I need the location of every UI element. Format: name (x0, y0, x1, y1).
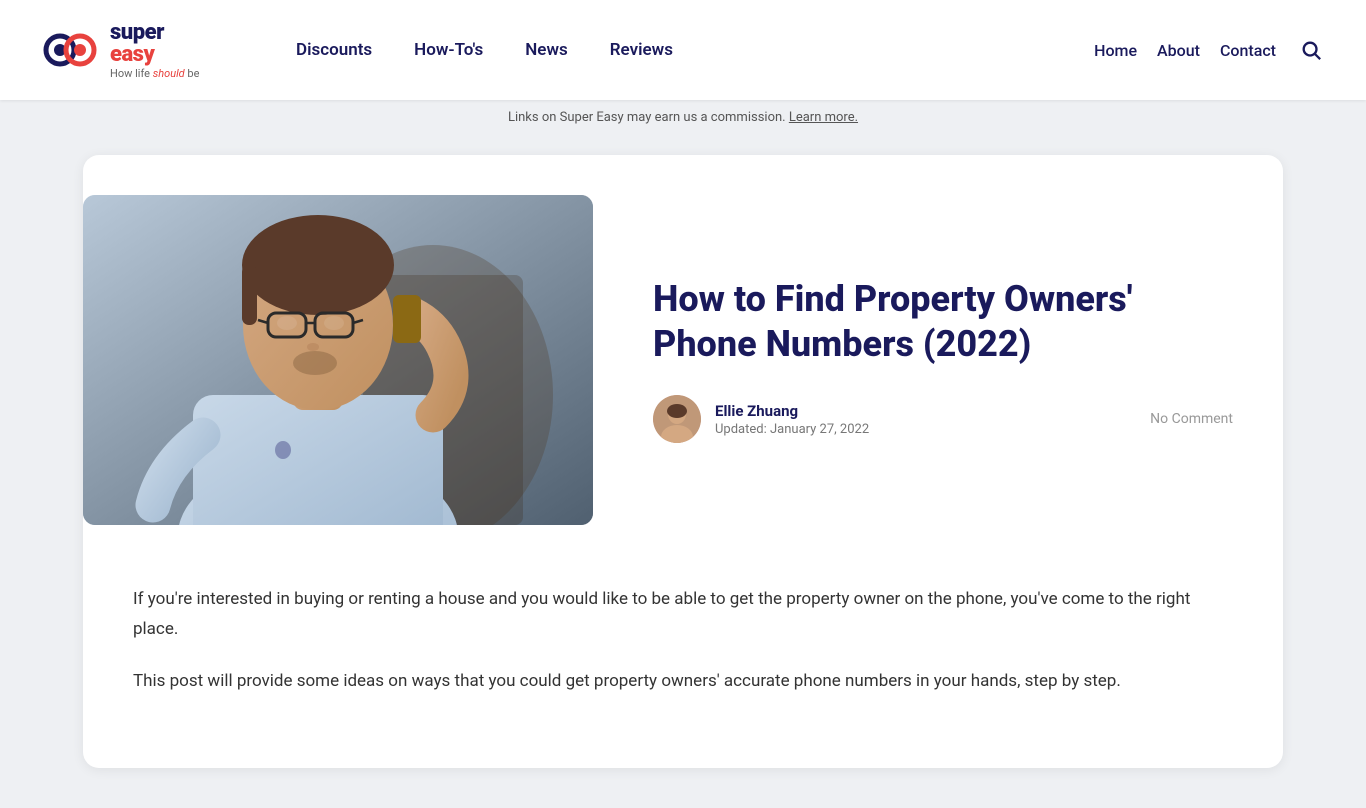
nav-reviews[interactable]: Reviews (594, 32, 689, 68)
article-image (83, 195, 593, 525)
header: super easy How life should be Discounts … (0, 0, 1366, 100)
learn-more-link[interactable]: Learn more. (789, 110, 858, 125)
article-hero: How to Find Property Owners' Phone Numbe… (83, 155, 1283, 565)
nav-discounts[interactable]: Discounts (280, 32, 388, 68)
article-card: How to Find Property Owners' Phone Numbe… (83, 155, 1283, 768)
nav-main: Discounts How-To's News Reviews (280, 32, 689, 68)
author-name: Ellie Zhuang (715, 402, 869, 420)
logo-icon (40, 20, 100, 80)
article-meta: How to Find Property Owners' Phone Numbe… (653, 277, 1233, 443)
nav-howtos[interactable]: How-To's (398, 32, 499, 68)
logo-easy: easy (110, 42, 154, 67)
main-content: How to Find Property Owners' Phone Numbe… (43, 135, 1323, 808)
author-date: Updated: January 27, 2022 (715, 422, 869, 437)
nav-about[interactable]: About (1157, 41, 1200, 60)
body-paragraph-1: If you're interested in buying or rentin… (133, 585, 1233, 645)
author-details: Ellie Zhuang Updated: January 27, 2022 (715, 402, 869, 437)
nav-right: Home About Contact (1094, 35, 1326, 65)
article-title: How to Find Property Owners' Phone Numbe… (653, 277, 1233, 367)
commission-bar: Links on Super Easy may earn us a commis… (0, 100, 1366, 135)
logo[interactable]: super easy How life should be (40, 20, 220, 80)
avatar-image (653, 395, 701, 443)
author-avatar (653, 395, 701, 443)
logo-tagline: How life should be (110, 68, 199, 79)
body-paragraph-2: This post will provide some ideas on way… (133, 667, 1233, 697)
nav-home[interactable]: Home (1094, 41, 1137, 60)
no-comment: No Comment (1150, 411, 1233, 427)
logo-text: super easy How life should be (110, 22, 199, 79)
article-body: If you're interested in buying or rentin… (83, 565, 1283, 768)
author-row: Ellie Zhuang Updated: January 27, 2022 N… (653, 395, 1233, 443)
nav-news[interactable]: News (509, 32, 583, 68)
author-info: Ellie Zhuang Updated: January 27, 2022 (653, 395, 869, 443)
search-icon (1300, 39, 1322, 61)
hero-illustration (83, 195, 593, 525)
search-button[interactable] (1296, 35, 1326, 65)
nav-contact[interactable]: Contact (1220, 41, 1276, 60)
